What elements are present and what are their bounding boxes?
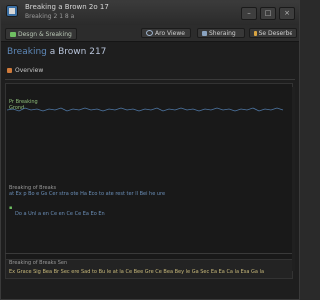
- breadcrumb-label: Desgn & Sreaking: [18, 30, 72, 38]
- view-button[interactable]: Aro Viewe: [141, 28, 191, 38]
- scrollbar[interactable]: [292, 87, 295, 271]
- app-window: Breaking a Brown 2o 17 Breaking 2 1 8 a …: [0, 0, 300, 300]
- status-label: Breaking of Breaks Sen: [9, 260, 68, 266]
- view-label: Aro Viewe: [155, 29, 185, 37]
- tab-overview[interactable]: Overview: [7, 67, 43, 74]
- divider: [5, 79, 295, 80]
- minimize-button[interactable]: –: [241, 7, 257, 20]
- folder-icon: [10, 31, 16, 37]
- log-marker: ▪: [9, 205, 13, 211]
- maximize-button[interactable]: □: [260, 7, 276, 20]
- status-text: Ex Grace Sig Bea Br Sec ere Sad to Bu le…: [9, 269, 265, 275]
- page-title-lead: Breaking: [7, 47, 47, 57]
- page-title: Breaking a Brown 217: [7, 47, 106, 57]
- log-line-2: Do a Unl a en Ce en Ce Ce Ea Eo En: [15, 211, 105, 217]
- download-button[interactable]: Se Deserbed Hitaries: [249, 28, 297, 38]
- app-icon: [6, 5, 18, 17]
- close-button[interactable]: ×: [279, 7, 295, 20]
- activity-waveform: [7, 107, 284, 112]
- divider-bottom: [5, 253, 295, 254]
- page-title-rest: a Brown 217: [49, 47, 107, 57]
- breadcrumb[interactable]: Desgn & Sreaking: [5, 28, 77, 40]
- download-label: Se Deserbed Hitaries: [258, 29, 292, 37]
- share-label: Sheraing: [209, 29, 236, 37]
- overview-icon: [7, 68, 12, 73]
- share-icon: [202, 30, 207, 36]
- download-icon: [254, 30, 257, 36]
- title-bar: Breaking a Brown 2o 17 Breaking 2 1 8 a …: [1, 1, 299, 26]
- window-subtitle: Breaking 2 1 8 a: [25, 13, 75, 20]
- window-title: Breaking a Brown 2o 17: [25, 3, 109, 11]
- log-line: at Ex p Bo e Gs Cer stra ote Ha Eco to a…: [9, 191, 166, 197]
- eye-icon: [146, 30, 153, 36]
- share-button[interactable]: Sheraing: [197, 28, 245, 38]
- window-controls: – □ ×: [241, 7, 295, 20]
- toolbar: Desgn & Sreaking Aro Viewe Sheraing Se D…: [1, 25, 299, 42]
- overview-label: Overview: [15, 67, 44, 74]
